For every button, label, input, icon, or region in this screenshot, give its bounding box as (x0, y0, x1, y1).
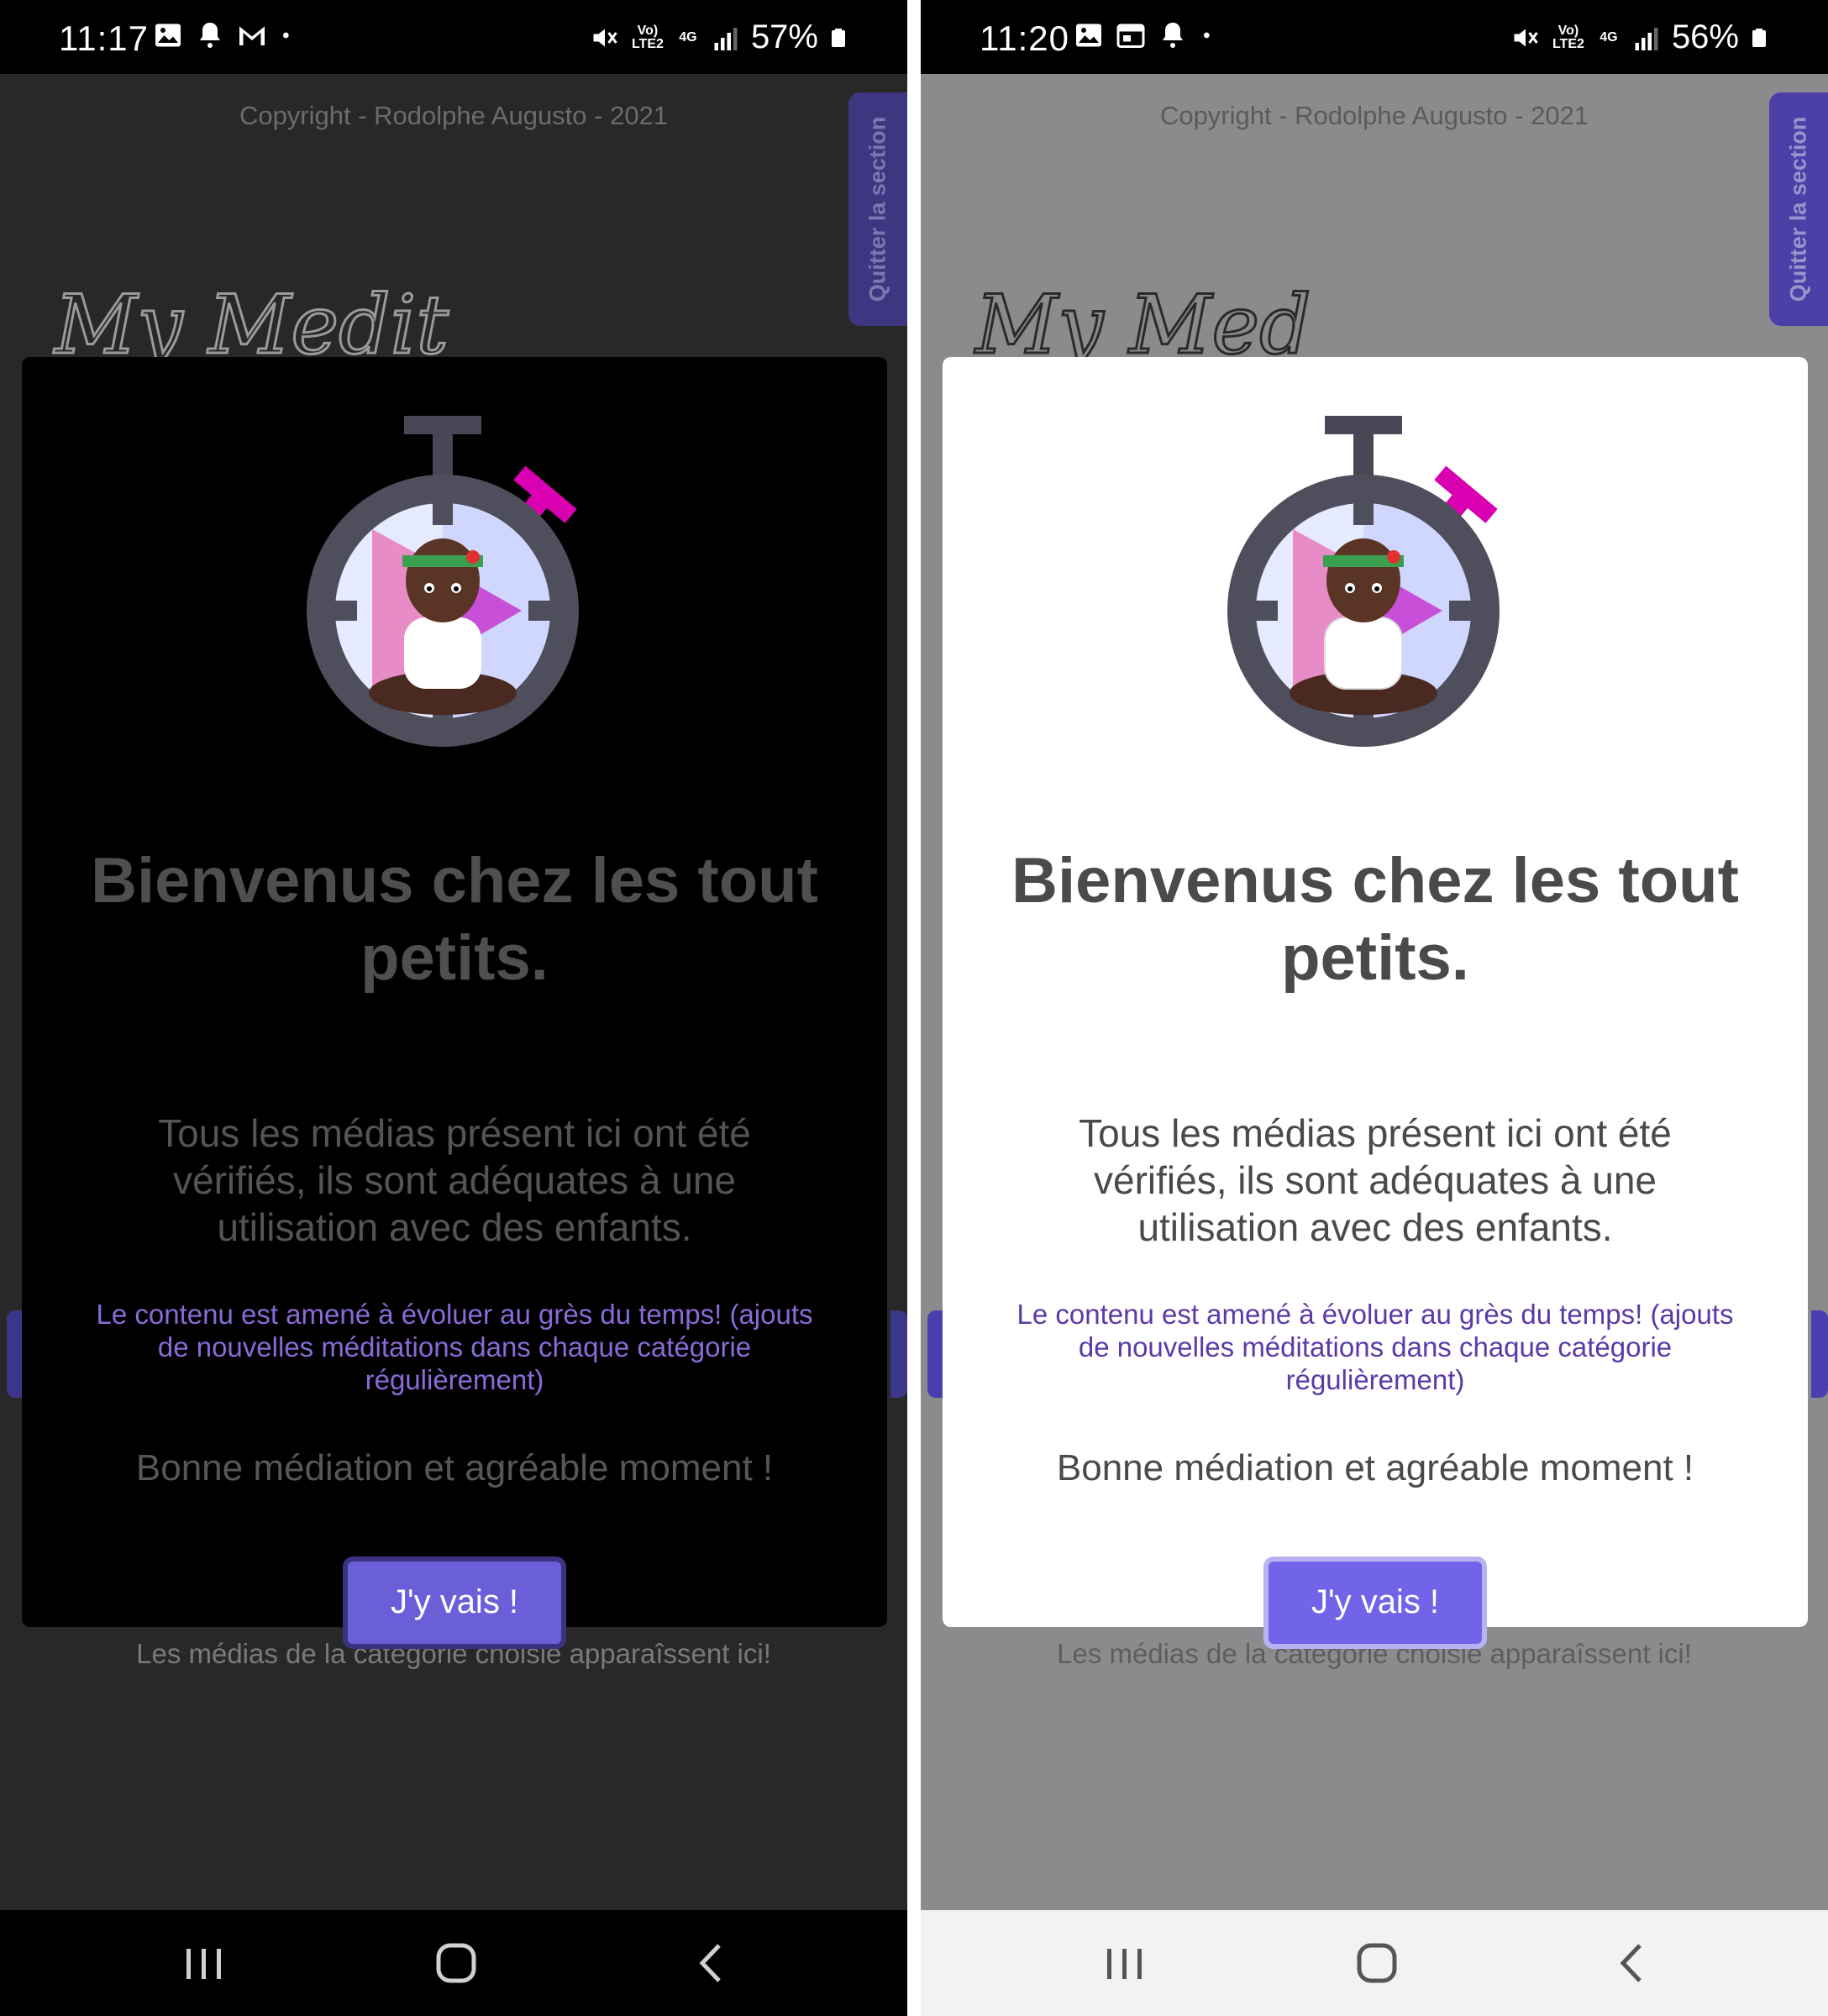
welcome-modal: Bienvenus chez les tout petits. Tous les… (22, 357, 887, 1649)
network-4g-icon: 4G (679, 29, 697, 45)
back-icon[interactable] (682, 1935, 741, 1991)
phone-screen-dark: 11:17 Vo) LTE2 4G 57% Copyright - Rodolp… (0, 0, 907, 2016)
category-button-right[interactable] (890, 1310, 907, 1398)
mute-icon (593, 29, 617, 46)
modal-note: Le contenu est amené à évoluer au grès d… (96, 1299, 813, 1395)
dot-icon (283, 32, 289, 39)
go-button[interactable]: J'y vais ! (1263, 1557, 1487, 1649)
copyright-text: Copyright - Rodolphe Augusto - 2021 (239, 101, 669, 130)
mute-icon (1514, 29, 1538, 46)
exit-section-label: Quitter la section (864, 116, 890, 302)
app-content: Copyright - Rodolphe Augusto - 2021 Quit… (0, 74, 907, 1910)
android-nav-bar (921, 1910, 1828, 2016)
gmail-icon (239, 26, 265, 45)
android-nav-bar (0, 1910, 907, 2016)
dot-icon (1204, 32, 1210, 39)
status-time: 11:17 (59, 18, 149, 58)
home-icon[interactable] (1347, 1935, 1406, 1991)
status-bar: 11:17 Vo) LTE2 4G 57% (0, 0, 907, 74)
notification-bell-icon (1163, 23, 1183, 48)
status-time: 11:20 (980, 18, 1069, 58)
exit-section-label: Quitter la section (1785, 116, 1811, 302)
signal-icon (714, 27, 738, 50)
status-bar: 11:20 Vo) LTE2 4G 56% (921, 0, 1828, 74)
category-button-right[interactable] (1811, 1310, 1828, 1398)
notification-bell-icon (200, 23, 220, 48)
modal-title: Bienvenus chez les tout petits. (1011, 845, 1739, 994)
battery-icon (1752, 28, 1766, 47)
modal-title: Bienvenus chez les tout petits. (91, 845, 818, 994)
go-button[interactable]: J'y vais ! (343, 1557, 566, 1649)
calendar-icon (1116, 24, 1145, 48)
recent-apps-icon[interactable] (175, 1935, 234, 1991)
signal-icon (1635, 27, 1658, 50)
meditation-stopwatch-logo (1227, 416, 1500, 747)
modal-wish: Bonne médiation et agréable moment ! (1056, 1447, 1694, 1488)
battery-percent: 57% (750, 18, 818, 55)
back-icon[interactable] (1603, 1935, 1662, 1991)
phone-screen-light: 11:20 Vo) LTE2 4G 56% Copyright - Rodolp… (921, 0, 1828, 2016)
recent-apps-icon[interactable] (1095, 1935, 1154, 1991)
gallery-icon (155, 24, 181, 47)
modal-note: Le contenu est amené à évoluer au grès d… (1016, 1299, 1734, 1395)
welcome-modal: Bienvenus chez les tout petits. Tous les… (943, 357, 1808, 1649)
modal-description: Tous les médias présent ici ont été véri… (1079, 1111, 1672, 1249)
meditation-stopwatch-logo (307, 416, 579, 747)
gallery-icon (1076, 24, 1101, 47)
volte-icon: Vo) LTE2 (1552, 23, 1584, 51)
volte-icon: Vo) LTE2 (631, 23, 664, 51)
category-button-left[interactable] (927, 1310, 944, 1398)
battery-icon (832, 28, 845, 47)
copyright-text: Copyright - Rodolphe Augusto - 2021 (1159, 101, 1589, 130)
category-button-left[interactable] (7, 1310, 24, 1398)
network-4g-icon: 4G (1600, 29, 1618, 45)
app-content: Copyright - Rodolphe Augusto - 2021 Quit… (921, 74, 1828, 1910)
modal-wish: Bonne médiation et agréable moment ! (135, 1447, 774, 1488)
modal-description: Tous les médias présent ici ont été véri… (158, 1111, 751, 1249)
battery-percent: 56% (1671, 18, 1739, 55)
home-icon[interactable] (427, 1935, 486, 1991)
